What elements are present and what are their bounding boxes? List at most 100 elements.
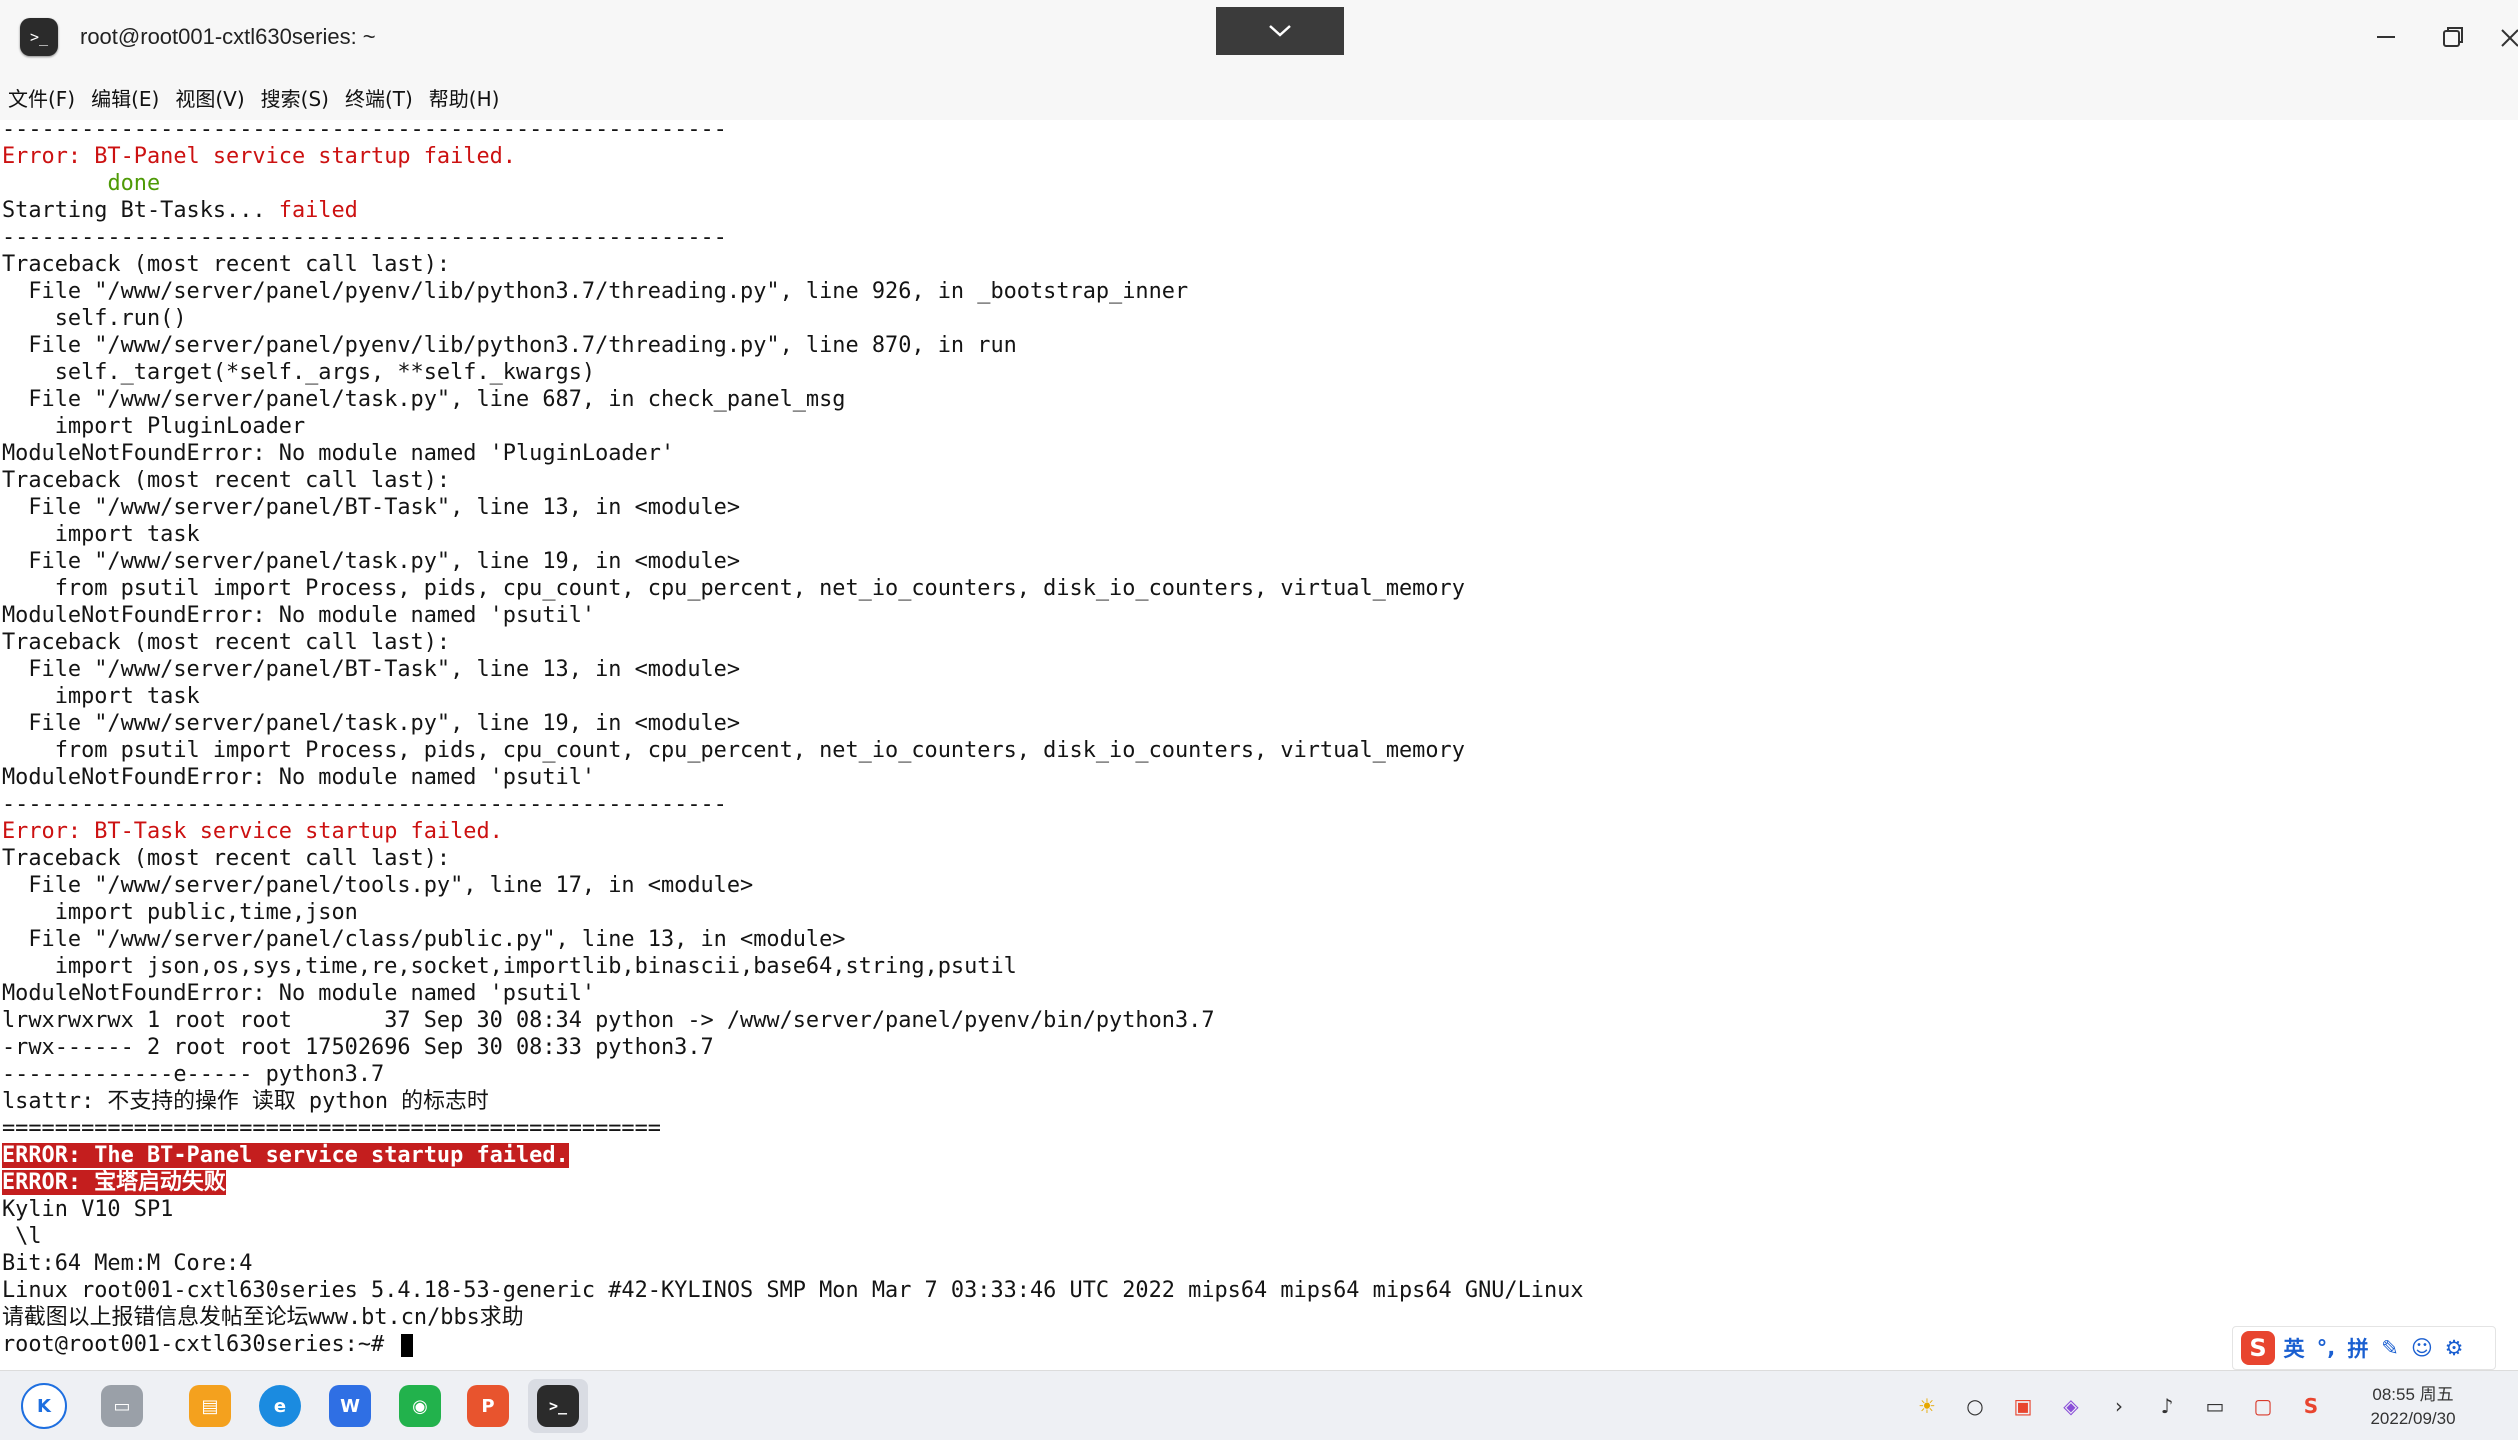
- terminal-line: import task: [2, 683, 200, 710]
- file-manager-icon: ▤: [189, 1385, 231, 1427]
- terminal-text: import task: [2, 522, 200, 547]
- terminal-app-icon: >_: [20, 18, 58, 56]
- terminal-text: Starting Bt-Tasks...: [2, 198, 279, 223]
- terminal-line: ----------------------------------------…: [2, 224, 727, 251]
- terminal-line: \l: [2, 1223, 41, 1250]
- terminal-text: lrwxrwxrwx 1 root root 37 Sep 30 08:34 p…: [2, 1008, 1215, 1033]
- terminal-line: File "/www/server/panel/task.py", line 1…: [2, 548, 740, 575]
- terminal-line: lrwxrwxrwx 1 root root 37 Sep 30 08:34 p…: [2, 1007, 1215, 1034]
- terminal-line: import public,time,json: [2, 899, 358, 926]
- terminal-text: File "/www/server/panel/task.py", line 1…: [2, 549, 741, 574]
- ime-language-toggle[interactable]: 英: [2281, 1333, 2307, 1363]
- terminal-text: ========================================…: [2, 1116, 661, 1141]
- wechat-icon: ◉: [399, 1385, 441, 1427]
- terminal-line: import json,os,sys,time,re,socket,import…: [2, 953, 1017, 980]
- chevron-down-icon: [1269, 25, 1291, 37]
- start-menu-button[interactable]: K: [14, 1379, 74, 1433]
- terminal-line: ERROR: 宝塔启动失败: [2, 1169, 226, 1196]
- title-dropdown-button[interactable]: [1216, 7, 1344, 55]
- close-icon: [2501, 29, 2518, 47]
- terminal-line: File "/www/server/panel/class/public.py"…: [2, 926, 845, 953]
- terminal-line: ----------------------------------------…: [2, 791, 727, 818]
- terminal-line: ========================================…: [2, 1115, 661, 1142]
- sogou-ime-icon[interactable]: S: [2241, 1331, 2275, 1365]
- terminal-text: done: [107, 171, 161, 196]
- browser-button[interactable]: e: [250, 1379, 310, 1433]
- ime-settings-icon[interactable]: ⚙: [2441, 1336, 2467, 1360]
- wechat-button[interactable]: ◉: [390, 1379, 450, 1433]
- menu-view[interactable]: 视图(V): [175, 83, 244, 112]
- volume-icon[interactable]: ♪: [2154, 1393, 2180, 1419]
- network-icon[interactable]: ▭: [2202, 1393, 2228, 1419]
- terminal-text: Traceback (most recent call last):: [2, 630, 451, 655]
- terminal-text: ----------------------------------------…: [2, 120, 727, 142]
- terminal-text: File "/www/server/panel/pyenv/lib/python…: [2, 333, 1017, 358]
- terminal-text: 请截图以上报错信息发帖至论坛www.bt.cn/bbs求助: [2, 1305, 524, 1330]
- menu-help[interactable]: 帮助(H): [429, 83, 500, 112]
- tray-expand-icon[interactable]: ›: [2106, 1393, 2132, 1419]
- ime-punctuation-toggle[interactable]: °,: [2313, 1336, 2339, 1360]
- terminal-text: Linux root001-cxtl630series 5.4.18-53-ge…: [2, 1278, 1584, 1303]
- search-icon[interactable]: ○: [1962, 1393, 1988, 1419]
- ime-toolbar[interactable]: S 英 °, 拼 ✎ ☺ ⚙: [2232, 1326, 2496, 1370]
- menu-file[interactable]: 文件(F): [8, 83, 75, 112]
- terminal-taskbar-button[interactable]: >_: [528, 1379, 588, 1433]
- terminal-line: Starting Bt-Tasks... failed: [2, 197, 358, 224]
- terminal-line: File "/www/server/panel/task.py", line 6…: [2, 386, 845, 413]
- terminal-line: root@root001-cxtl630series:~#: [2, 1331, 414, 1358]
- terminal-text: Traceback (most recent call last):: [2, 252, 451, 277]
- terminal-line: File "/www/server/panel/BT-Task", line 1…: [2, 494, 740, 521]
- terminal-text: import json,os,sys,time,re,socket,import…: [2, 954, 1017, 979]
- clock-date: 2022/09/30: [2370, 1409, 2456, 1428]
- taskbar: K ▭ ▤ e W ◉ P >_ ☀ ○ ▣ ◈ › ♪ ▭ ▢ S 08:55…: [0, 1370, 2518, 1440]
- ime-pinyin-mode[interactable]: 拼: [2345, 1333, 2371, 1363]
- multitask-view-button[interactable]: ▭: [92, 1379, 152, 1433]
- terminal-line: Linux root001-cxtl630series 5.4.18-53-ge…: [2, 1277, 1584, 1304]
- terminal-text: File "/www/server/panel/tools.py", line …: [2, 873, 754, 898]
- terminal-text: File "/www/server/panel/class/public.py"…: [2, 927, 846, 952]
- wps-writer-button[interactable]: W: [320, 1379, 380, 1433]
- terminal-line: Traceback (most recent call last):: [2, 629, 450, 656]
- terminal-line: from psutil import Process, pids, cpu_co…: [2, 575, 1465, 602]
- restore-button[interactable]: [2430, 14, 2476, 60]
- wps-presentation-button[interactable]: P: [458, 1379, 518, 1433]
- terminal-text: Error: BT-Task service startup failed.: [2, 819, 503, 844]
- minimize-button[interactable]: [2363, 14, 2409, 60]
- menu-terminal[interactable]: 终端(T): [345, 83, 413, 112]
- browser-icon: e: [259, 1385, 301, 1427]
- terminal-line: self._target(*self._args, **self._kwargs…: [2, 359, 595, 386]
- menu-search[interactable]: 搜索(S): [261, 83, 329, 112]
- sogou-tray-icon[interactable]: S: [2298, 1393, 2324, 1419]
- terminal-text: File "/www/server/panel/task.py", line 6…: [2, 387, 846, 412]
- terminal-cursor: [401, 1333, 414, 1357]
- terminal-text: root@root001-cxtl630series:~#: [2, 1332, 398, 1357]
- clock[interactable]: 08:55 周五 2022/09/30: [2358, 1383, 2468, 1431]
- terminal-line: Traceback (most recent call last):: [2, 251, 450, 278]
- menu-edit[interactable]: 编辑(E): [91, 83, 159, 112]
- terminal-line: ModuleNotFoundError: No module named 'ps…: [2, 602, 595, 629]
- terminal-text: -rwx------ 2 root root 17502696 Sep 30 0…: [2, 1035, 714, 1060]
- terminal-line: import PluginLoader: [2, 413, 305, 440]
- terminal-line: ModuleNotFoundError: No module named 'ps…: [2, 764, 595, 791]
- restore-icon: [2443, 27, 2463, 47]
- terminal-output[interactable]: ----------------------------------------…: [0, 120, 2518, 1370]
- terminal-text: -------------e----- python3.7: [2, 1062, 385, 1087]
- terminal-line: Error: BT-Panel service startup failed.: [2, 143, 516, 170]
- terminal-text: Traceback (most recent call last):: [2, 846, 451, 871]
- terminal-line: Bit:64 Mem:M Core:4: [2, 1250, 252, 1277]
- ime-handwriting-icon[interactable]: ✎: [2377, 1336, 2403, 1360]
- terminal-line: done: [2, 170, 160, 197]
- close-button[interactable]: [2496, 14, 2518, 60]
- brightness-icon[interactable]: ☀: [1914, 1393, 1940, 1419]
- menu-bar: 文件(F) 编辑(E) 视图(V) 搜索(S) 终端(T) 帮助(H): [0, 74, 2518, 120]
- terminal-line: File "/www/server/panel/tools.py", line …: [2, 872, 753, 899]
- terminal-line: -rwx------ 2 root root 17502696 Sep 30 0…: [2, 1034, 714, 1061]
- file-manager-button[interactable]: ▤: [180, 1379, 240, 1433]
- terminal-line: Traceback (most recent call last):: [2, 845, 450, 872]
- ime-emoji-icon[interactable]: ☺: [2409, 1336, 2435, 1360]
- tray-app-icon[interactable]: ◈: [2058, 1393, 2084, 1419]
- notification-icon[interactable]: ▢: [2250, 1393, 2276, 1419]
- terminal-text: from psutil import Process, pids, cpu_co…: [2, 576, 1465, 601]
- screenshot-icon[interactable]: ▣: [2010, 1393, 2036, 1419]
